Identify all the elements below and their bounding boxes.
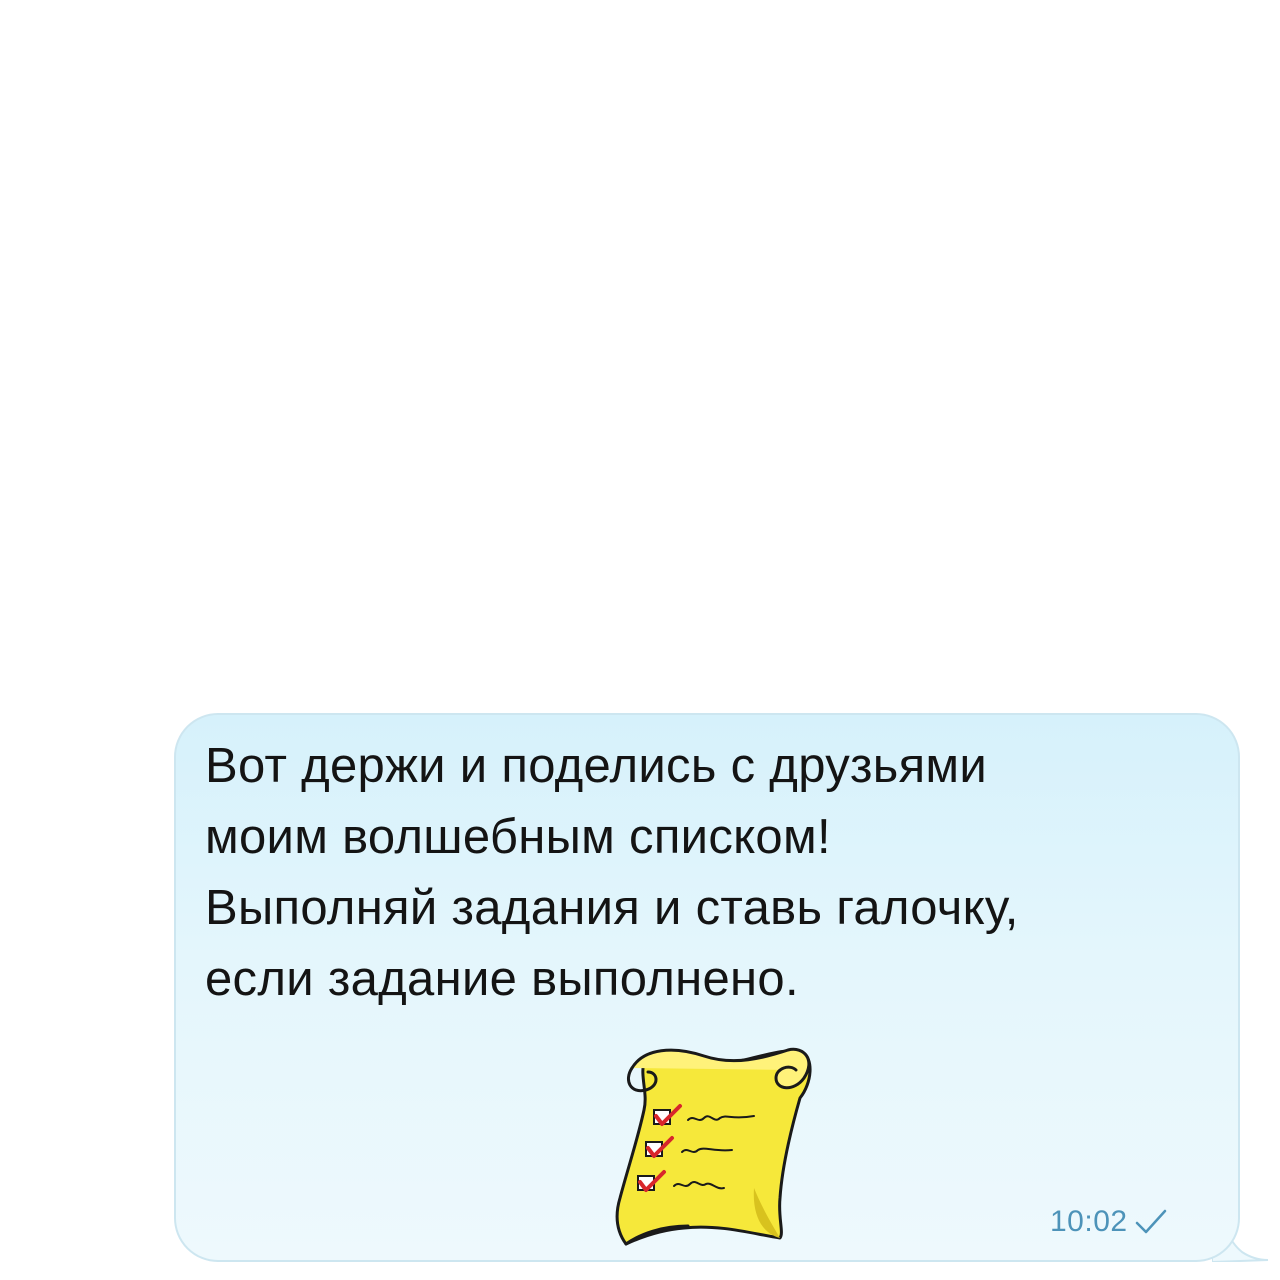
message-meta: 10:02 xyxy=(1050,1202,1168,1242)
chat-screen: Вот держи и поделись с друзьями моим вол… xyxy=(0,0,1280,1280)
message-line: если задание выполнено. xyxy=(205,952,799,1006)
single-check-icon xyxy=(1135,1209,1166,1234)
message-text: Вот держи и поделись с друзьями моим вол… xyxy=(205,731,1215,1015)
message-line: Выполняй задания и ставь галочку, xyxy=(205,881,1019,935)
checklist-scroll-icon xyxy=(615,1047,812,1246)
message-line: моим волшебным списком! xyxy=(205,810,831,864)
message-line: Вот держи и поделись с друзьями xyxy=(205,739,988,793)
message-time: 10:02 xyxy=(1050,1205,1128,1238)
